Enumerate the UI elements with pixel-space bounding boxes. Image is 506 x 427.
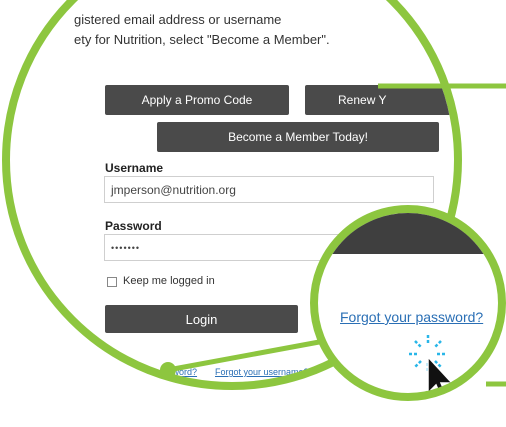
arrow-cursor-icon xyxy=(427,355,454,393)
forgot-password-link-zoomed[interactable]: Forgot your password? xyxy=(340,309,483,325)
connector-line-lower xyxy=(167,337,331,373)
magnified-login-illustration: gistered email address or username ety f… xyxy=(0,0,506,427)
magnifier-zoom: Forgot your password? xyxy=(310,205,506,401)
connector-dot xyxy=(160,362,176,378)
arrow-pointer-click-icon xyxy=(409,335,454,393)
zoom-dark-bar xyxy=(318,213,498,254)
